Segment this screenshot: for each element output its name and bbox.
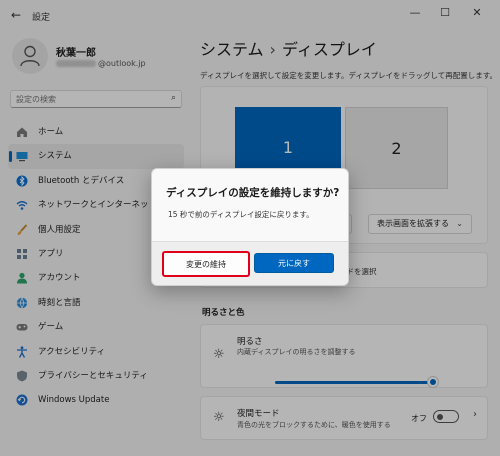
settings-window: ← 設定 — ☐ ✕ 秋葉一郎 @outlook.jp ⌕ ホーム システム <box>0 0 500 456</box>
keep-changes-button[interactable]: 変更の維持 <box>162 251 250 277</box>
dialog-footer: 変更の維持 元に戻す <box>152 241 348 285</box>
dialog-message: 15 秒で前のディスプレイ設定に戻ります。 <box>168 210 314 219</box>
revert-button[interactable]: 元に戻す <box>254 253 334 273</box>
dialog-title: ディスプレイの設定を維持しますか? <box>166 187 340 199</box>
keep-display-settings-dialog: ディスプレイの設定を維持しますか? 15 秒で前のディスプレイ設定に戻ります。 … <box>151 168 349 286</box>
